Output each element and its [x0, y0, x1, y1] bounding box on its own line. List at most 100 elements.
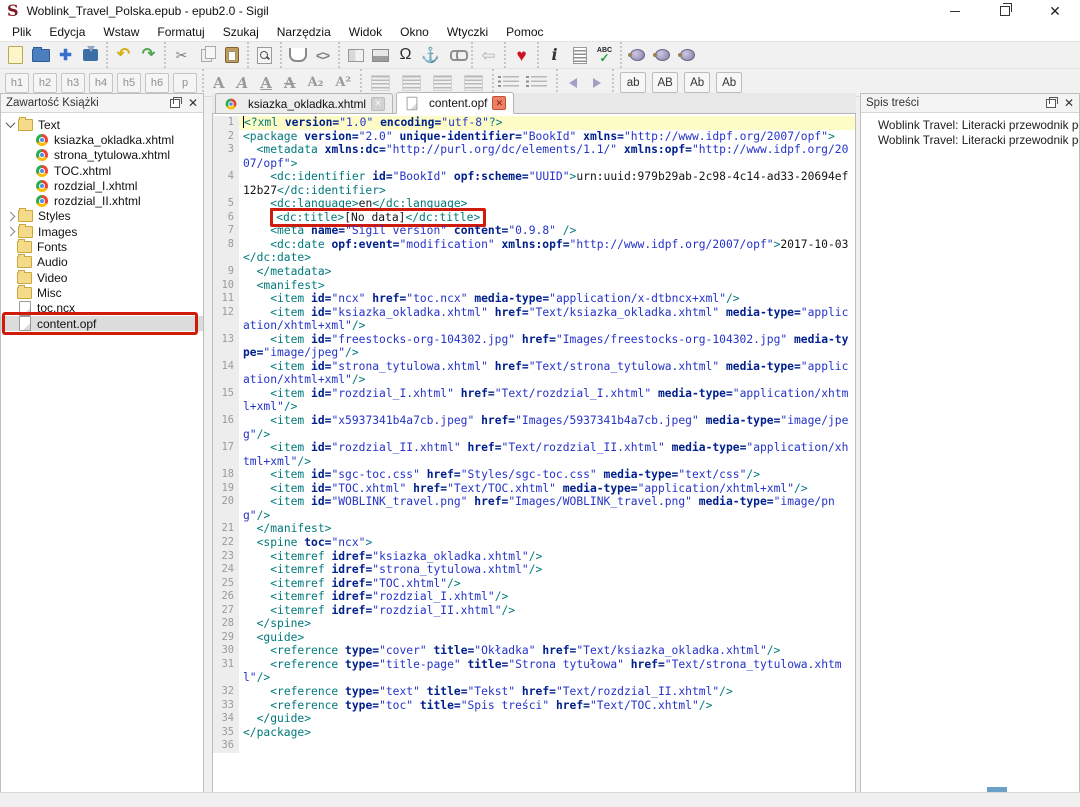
code-line[interactable]: 24 <itemref idref="strona_tytulowa.xhtml… — [213, 563, 855, 577]
code-line[interactable]: 9 </metadata> — [213, 265, 855, 279]
undo-button[interactable]: ↶ — [111, 44, 136, 67]
numbered-list-icon[interactable] — [531, 76, 547, 89]
tree-item-rozdzial_ii.xhtml[interactable]: rozdzial_II.xhtml — [18, 193, 203, 208]
superscript-icon[interactable]: A² — [335, 75, 351, 90]
align-justify-icon[interactable] — [464, 75, 483, 91]
code-line[interactable]: 22 <spine toc="ncx"> — [213, 536, 855, 550]
new-file-button[interactable] — [3, 44, 28, 67]
change-case-button-1[interactable]: AB — [652, 72, 678, 93]
change-case-button-2[interactable]: Ab — [684, 72, 710, 93]
spellcheck-button[interactable]: ABC✓ — [592, 44, 617, 67]
code-line[interactable]: 35</package> — [213, 726, 855, 740]
code-line[interactable]: 16 <item id="x5937341b4a7cb.jpeg" href="… — [213, 414, 855, 441]
tree-item-styles[interactable]: Styles — [1, 209, 203, 224]
code-line[interactable]: 10 <manifest> — [213, 279, 855, 293]
menu-item-okno[interactable]: Okno — [391, 23, 438, 41]
heading-h5-button[interactable]: h5 — [117, 73, 141, 93]
open-file-button[interactable] — [28, 44, 53, 67]
tree-item-toc.xhtml[interactable]: TOC.xhtml — [18, 163, 203, 178]
plugin-2-button[interactable] — [650, 44, 675, 67]
redo-button[interactable]: ↷ — [136, 44, 161, 67]
code-line[interactable]: 12 <item id="ksiazka_okladka.xhtml" href… — [213, 306, 855, 333]
code-line[interactable]: 36 — [213, 739, 855, 753]
underline-icon[interactable]: A — [260, 74, 272, 92]
copy-button[interactable] — [194, 44, 219, 67]
toc-entry[interactable]: Woblink Travel: Literacki przewodnik po … — [861, 117, 1079, 132]
tree-item-text[interactable]: Text — [1, 117, 203, 132]
code-line[interactable]: 15 <item id="rozdzial_I.xhtml" href="Tex… — [213, 387, 855, 414]
tree-item-images[interactable]: Images — [1, 224, 203, 239]
align-right-icon[interactable] — [433, 75, 452, 91]
heading-h1-button[interactable]: h1 — [5, 73, 29, 93]
save-button[interactable] — [78, 44, 103, 67]
code-line[interactable]: 11 <item id="ncx" href="toc.ncx" media-t… — [213, 292, 855, 306]
tree-item-misc[interactable]: Misc — [1, 285, 203, 300]
split-view-button[interactable] — [343, 44, 368, 67]
bullet-list-icon[interactable] — [503, 76, 519, 89]
code-line[interactable]: 19 <item id="TOC.xhtml" href="Text/TOC.x… — [213, 482, 855, 496]
heading-h2-button[interactable]: h2 — [33, 73, 57, 93]
metadata-editor-button[interactable]: i — [542, 44, 567, 67]
float-panel-icon[interactable] — [170, 99, 180, 108]
menu-item-plik[interactable]: Plik — [3, 23, 40, 41]
bold-icon[interactable]: A — [213, 74, 225, 92]
code-line[interactable]: 28 </spine> — [213, 617, 855, 631]
close-panel-icon[interactable]: ✕ — [1064, 97, 1074, 109]
float-panel-icon[interactable] — [1046, 99, 1056, 108]
cut-button[interactable]: ✂ — [169, 44, 194, 67]
expander-closed-icon[interactable] — [6, 211, 16, 221]
menu-item-narzędzia[interactable]: Narzędzia — [268, 23, 340, 41]
code-line[interactable]: 13 <item id="freestocks-org-104302.jpg" … — [213, 333, 855, 360]
code-line[interactable]: 33 <reference type="toc" title="Spis tre… — [213, 699, 855, 713]
indent-icon[interactable] — [593, 78, 601, 88]
find-button[interactable] — [252, 44, 277, 67]
tree-item-fonts[interactable]: Fonts — [1, 239, 203, 254]
tab-ksiazka_okladka.xhtml[interactable]: ksiazka_okladka.xhtml✕ — [215, 93, 393, 113]
code-line[interactable]: 8 <dc:date opf:event="modification" xmln… — [213, 238, 855, 265]
tree-item-video[interactable]: Video — [1, 270, 203, 285]
code-line[interactable]: 17 <item id="rozdzial_II.xhtml" href="Te… — [213, 441, 855, 468]
special-character-button[interactable]: Ω — [393, 44, 418, 67]
plugin-3-button[interactable] — [675, 44, 700, 67]
code-view-button[interactable]: <> — [310, 44, 335, 67]
align-left-icon[interactable] — [371, 75, 390, 91]
code-line[interactable]: 2<package version="2.0" unique-identifie… — [213, 130, 855, 144]
add-existing-file-button[interactable]: ✚ — [53, 44, 78, 67]
menu-item-szukaj[interactable]: Szukaj — [214, 23, 268, 41]
expander-closed-icon[interactable] — [6, 227, 16, 237]
align-center-icon[interactable] — [402, 75, 421, 91]
menu-item-edycja[interactable]: Edycja — [40, 23, 94, 41]
code-line[interactable]: 14 <item id="strona_tytulowa.xhtml" href… — [213, 360, 855, 387]
code-line[interactable]: 34 </guide> — [213, 712, 855, 726]
code-view[interactable]: 1<?xml version="1.0" encoding="utf-8"?>2… — [212, 114, 856, 793]
tree-item-ksiazka_okladka.xhtml[interactable]: ksiazka_okladka.xhtml — [18, 132, 203, 147]
code-line[interactable]: 4 <dc:identifier id="BookId" opf:scheme=… — [213, 170, 855, 197]
change-case-button-0[interactable]: ab — [620, 72, 646, 93]
paste-button[interactable] — [219, 44, 244, 67]
tab-content.opf[interactable]: content.opf✕ — [396, 92, 514, 114]
code-line[interactable]: 20 <item id="WOBLINK_travel.png" href="I… — [213, 495, 855, 522]
heading-h4-button[interactable]: h4 — [89, 73, 113, 93]
code-line[interactable]: 30 <reference type="cover" title="Okładk… — [213, 644, 855, 658]
italic-icon[interactable]: A — [237, 74, 249, 92]
heading-p-button[interactable]: p — [173, 73, 197, 93]
minimize-button[interactable] — [930, 0, 980, 22]
strikethrough-icon[interactable]: A — [284, 74, 296, 92]
code-line[interactable]: 29 <guide> — [213, 631, 855, 645]
donate-heart-button[interactable]: ♥ — [509, 44, 534, 67]
code-line[interactable]: 31 <reference type="title-page" title="S… — [213, 658, 855, 685]
code-line[interactable]: 18 <item id="sgc-toc.css" href="Styles/s… — [213, 468, 855, 482]
close-panel-icon[interactable]: ✕ — [188, 97, 198, 109]
change-case-button-3[interactable]: Ab — [716, 72, 742, 93]
subscript-icon[interactable]: A₂ — [308, 75, 324, 90]
back-button[interactable]: ⇦ — [476, 44, 501, 67]
index-editor-button[interactable] — [567, 44, 592, 67]
toc-entry[interactable]: Woblink Travel: Literacki przewodnik po … — [861, 132, 1079, 147]
tree-item-rozdzial_i.xhtml[interactable]: rozdzial_I.xhtml — [18, 178, 203, 193]
tree-item-content.opf[interactable]: content.opf — [1, 316, 203, 331]
tree-item-strona_tytulowa.xhtml[interactable]: strona_tytulowa.xhtml — [18, 148, 203, 163]
menu-item-pomoc[interactable]: Pomoc — [497, 23, 552, 41]
menu-item-wtyczki[interactable]: Wtyczki — [438, 23, 497, 41]
code-line[interactable]: 26 <itemref idref="rozdzial_I.xhtml"/> — [213, 590, 855, 604]
tab-close-icon[interactable]: ✕ — [492, 96, 506, 110]
